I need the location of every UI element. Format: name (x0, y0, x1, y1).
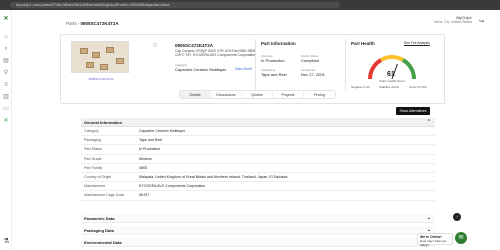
chat-popup[interactable]: We're Online! How may I help you today? (417, 233, 453, 247)
gauge-good-arc (401, 58, 416, 80)
table-row: Part Family 0805 (81, 164, 435, 173)
row-key: Part Grade (84, 156, 102, 161)
rohs-value: Compliant (301, 58, 320, 63)
user-location: Irvine, CA, United States (433, 20, 472, 24)
row-key: Manufacturer (84, 184, 106, 189)
row-value: In Production (139, 147, 161, 152)
legend-good: Good 67-100 (409, 85, 427, 89)
star-icon[interactable]: ☆ (152, 41, 158, 49)
chevron-down-icon[interactable]: ⌄ (427, 214, 431, 223)
row-value: Malaysia, United Kingdom of Great Britai… (139, 174, 288, 179)
row-value: Medium (139, 156, 152, 161)
row-key: Packaging (84, 138, 101, 143)
row-value: KYOCERA AVX Components Corporation (139, 184, 206, 189)
table-row: Part Status In Production (81, 145, 435, 155)
packaging-value: Tape and Reel (261, 72, 287, 77)
part-description: Cap Ceramic 4700pF 500V X7R 10% Pad SMD … (175, 49, 256, 57)
tab-pricing[interactable]: Pricing (304, 91, 335, 98)
divider (345, 39, 346, 91)
chat-icon[interactable]: ✉ (455, 232, 467, 244)
row-key: Part Status (84, 147, 102, 152)
row-key: Part Family (84, 165, 103, 170)
part-information-title: Part Information (261, 41, 296, 46)
search-icon[interactable]: ⌕ (3, 46, 9, 52)
table-row: Country of Origin Malaysia, United Kingdo… (81, 173, 435, 183)
part-name: 0805SC472K4T2A (175, 43, 214, 48)
general-information-table: General Information ⌃ Category Capacitor … (81, 118, 435, 201)
image-caption: 0805SC472K4T2A (88, 77, 114, 81)
dashboard-icon[interactable]: ⌂ (3, 34, 9, 40)
breadcrumb-parts-link[interactable]: Parts (66, 21, 77, 26)
section-title: Environmental Data (84, 240, 122, 245)
part-tabs: Details Discussions Quotes Projects Pric… (179, 90, 336, 99)
tab-quotes[interactable]: Quotes (242, 91, 273, 98)
gauge-mid-arc (380, 55, 404, 62)
user-menu[interactable]: MyChip1 Irvine, CA, United States (434, 15, 472, 25)
row-value: Tape and Reel (139, 138, 163, 143)
parts-icon[interactable]: ▤ (3, 58, 9, 64)
part-summary-card: 0805SC472K4T2A ☆ 0805SC472K4T2A Cap Cera… (60, 34, 445, 104)
health-score-label: Chip1 Health Score (379, 79, 406, 83)
logo-icon[interactable]: ✕ (3, 16, 9, 22)
flask-icon[interactable]: ⚗ (3, 237, 9, 245)
section-parametric-data[interactable]: Parametric Data ⌄ (81, 214, 435, 223)
show-alternatives-button[interactable]: Show Alternatives (396, 107, 430, 115)
section-packaging-data[interactable]: Packaging Data ⌄ (81, 226, 435, 235)
full-analysis-link[interactable]: See Full Analysis (404, 41, 430, 45)
general-information-header[interactable]: General Information ⌃ (81, 118, 435, 127)
chart-icon[interactable]: ▥ (3, 94, 9, 100)
category-value: Capacitor Ceramic Multilayer (175, 67, 227, 72)
health-score: 61 (387, 71, 395, 78)
left-nav-rail: ✕ ⌂ ⌕ ▤ ⚲ ≡ ▥ ▭ ✕ (0, 10, 12, 250)
folder-icon[interactable]: ▭ (3, 106, 9, 112)
tab-projects[interactable]: Projects (273, 91, 304, 98)
divider (255, 39, 256, 91)
legend-negative: Negative 0-33 (351, 85, 370, 89)
table-row: Part Grade Medium (81, 155, 435, 164)
browser-bar: my.chip1.com/parts/6746e3f0ab20812b9de0d… (0, 0, 500, 10)
breadcrumb: Parts › 0805SC472K4T2A (66, 21, 119, 26)
row-key: Manufacturer Cage Code (84, 193, 125, 198)
logout-icon[interactable]: ↪ (479, 18, 484, 25)
scroll-top-button[interactable]: ↑ (453, 213, 461, 221)
lifecycle-value: In Production (261, 58, 285, 63)
introduced-value: Nov 27, 2001 (301, 72, 325, 77)
row-key: Category (84, 129, 99, 133)
table-row: Packaging Tape and Reel (81, 136, 435, 146)
legend-stabilize: Stabilize 34-66 (379, 85, 399, 89)
section-title: Packaging Data (84, 228, 114, 233)
breadcrumb-separator: › (77, 21, 80, 26)
table-row: Manufacturer KYOCERA AVX Components Corpo… (81, 182, 435, 192)
row-value: Capacitor Ceramic Multilayer (139, 129, 186, 133)
section-environmental-data[interactable]: Environmental Data ⌄ (81, 238, 435, 247)
table-row: Category Capacitor Ceramic Multilayer (81, 127, 435, 137)
row-value: 0805 (139, 165, 147, 170)
section-title: General Information (84, 120, 123, 125)
cart-icon[interactable]: ⚲ (3, 70, 9, 76)
x-icon[interactable]: ✕ (3, 118, 9, 124)
row-value: 6KJ57 (139, 193, 150, 198)
section-title: Parametric Data (84, 216, 115, 221)
datasheet-link[interactable]: Data Sheet (235, 67, 252, 71)
part-health-title: Part Health (351, 41, 375, 46)
gauge-negative-arc (368, 58, 383, 80)
breadcrumb-current: 0805SC472K4T2A (80, 21, 119, 26)
part-image (71, 41, 129, 73)
table-row: Manufacturer Cage Code 6KJ57 (81, 191, 435, 201)
tab-discussions[interactable]: Discussions (211, 91, 242, 98)
url-bar[interactable]: my.chip1.com/parts/6746e3f0ab20812b9de0d… (10, 2, 340, 8)
row-key: Country of Origin (84, 174, 112, 179)
list-icon[interactable]: ≡ (3, 82, 9, 88)
chevron-up-icon[interactable]: ⌃ (427, 118, 431, 127)
tab-details[interactable]: Details (180, 91, 211, 98)
